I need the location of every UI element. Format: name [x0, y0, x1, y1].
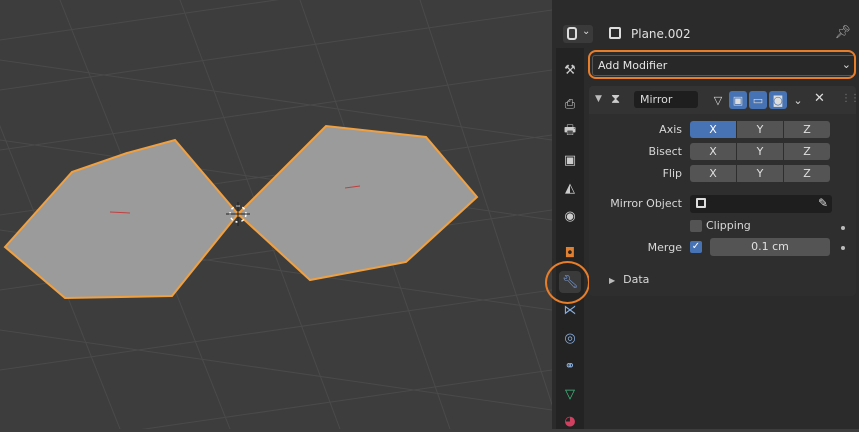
close-icon[interactable]: ✕ — [814, 91, 825, 106]
scene-tab-icon[interactable]: ◭ — [559, 177, 581, 199]
flip-toggle-group: X Y Z — [690, 165, 830, 182]
data-tab-icon[interactable]: ▽ — [559, 383, 581, 405]
object-icon — [609, 27, 621, 39]
editor-type-button[interactable]: ⌄ — [563, 25, 593, 43]
flip-y-toggle[interactable]: Y — [737, 165, 783, 182]
axis-label: Axis — [659, 123, 682, 136]
axis-toggle-group: X Y Z — [690, 121, 830, 138]
edit-mode-icon[interactable]: ▣ — [729, 91, 747, 109]
properties-icon — [567, 27, 577, 40]
viewport-scene — [0, 0, 552, 429]
modifier-header: ▼ ⧗ Mirror ▽ ▣ ▭ ◙ ⌄ ✕ ⋮⋮ — [589, 86, 859, 114]
data-label: Data — [623, 273, 650, 286]
edit-cage-icon[interactable]: ▽ — [709, 91, 727, 109]
flip-label: Flip — [662, 167, 682, 180]
merge-label: Merge — [647, 241, 682, 254]
tool-tab-icon[interactable]: ⚒ — [559, 59, 581, 81]
mirror-modifier-icon: ⧗ — [611, 92, 621, 107]
chevron-down-icon: ⌄ — [582, 26, 591, 37]
constraints-tab-icon[interactable]: ⚭ — [559, 355, 581, 377]
object-name: Plane.002 — [631, 27, 691, 41]
pin-icon[interactable]: 📌︎ — [834, 25, 851, 40]
eyedropper-icon[interactable]: ✎ — [818, 196, 828, 210]
modifier-name-field[interactable]: Mirror — [634, 91, 698, 108]
flip-z-toggle[interactable]: Z — [784, 165, 830, 182]
world-tab-icon[interactable]: ◉ — [559, 205, 581, 227]
physics-tab-icon[interactable]: ◎ — [559, 327, 581, 349]
bisect-label: Bisect — [648, 145, 682, 158]
bisect-toggle-group: X Y Z — [690, 143, 830, 160]
collapse-triangle-icon[interactable]: ▼ — [595, 94, 602, 104]
mirror-object-field[interactable]: ✎ — [690, 195, 832, 213]
axis-x-toggle[interactable]: X — [690, 121, 736, 138]
bisect-x-toggle[interactable]: X — [690, 143, 736, 160]
mesh-left-half — [3, 138, 240, 300]
axis-y-toggle[interactable]: Y — [737, 121, 783, 138]
animate-clipping-dot-icon[interactable] — [841, 226, 845, 230]
object-icon — [696, 198, 706, 208]
data-subpanel-header[interactable]: ▶ Data — [609, 273, 649, 286]
properties-header: ⌄ Plane.002 📌︎ — [556, 21, 859, 48]
drag-grip-icon[interactable]: ⋮⋮ — [841, 93, 859, 104]
render-camera-icon[interactable]: ◙ — [769, 91, 787, 109]
merge-distance-field[interactable]: 0.1 cm — [710, 238, 830, 256]
mesh-right-half — [236, 124, 479, 282]
merge-checkbox[interactable]: ✓ — [690, 241, 702, 253]
chevron-down-icon[interactable]: ⌄ — [789, 91, 807, 109]
mirror-object-label: Mirror Object — [610, 197, 682, 210]
expand-triangle-icon: ▶ — [609, 276, 616, 285]
viewport-display-icon[interactable]: ▭ — [749, 91, 767, 109]
flip-x-toggle[interactable]: X — [690, 165, 736, 182]
axis-z-toggle[interactable]: Z — [784, 121, 830, 138]
mirror-modifier-panel: ▼ ⧗ Mirror ▽ ▣ ▭ ◙ ⌄ ✕ ⋮⋮ Axis X Y Z Bis… — [589, 86, 859, 296]
bisect-y-toggle[interactable]: Y — [737, 143, 783, 160]
output-tab-icon[interactable]: 🖶︎ — [559, 121, 581, 143]
clipping-checkbox[interactable] — [690, 220, 702, 232]
wrench-highlight-annotation — [545, 261, 590, 304]
clipping-label: Clipping — [706, 219, 751, 232]
animate-merge-dot-icon[interactable] — [841, 246, 845, 250]
add-modifier-highlight-annotation — [588, 50, 856, 79]
view-layer-tab-icon[interactable]: ▣ — [559, 149, 581, 171]
properties-tab-bar: ⚒ ⎙ 🖶︎ ▣ ◭ ◉ ◘ 🔧︎ ⋉ ◎ ⚭ ▽ ◕ — [556, 48, 584, 429]
render-tab-icon[interactable]: ⎙ — [559, 93, 581, 115]
bisect-z-toggle[interactable]: Z — [784, 143, 830, 160]
3d-viewport[interactable] — [0, 0, 552, 429]
